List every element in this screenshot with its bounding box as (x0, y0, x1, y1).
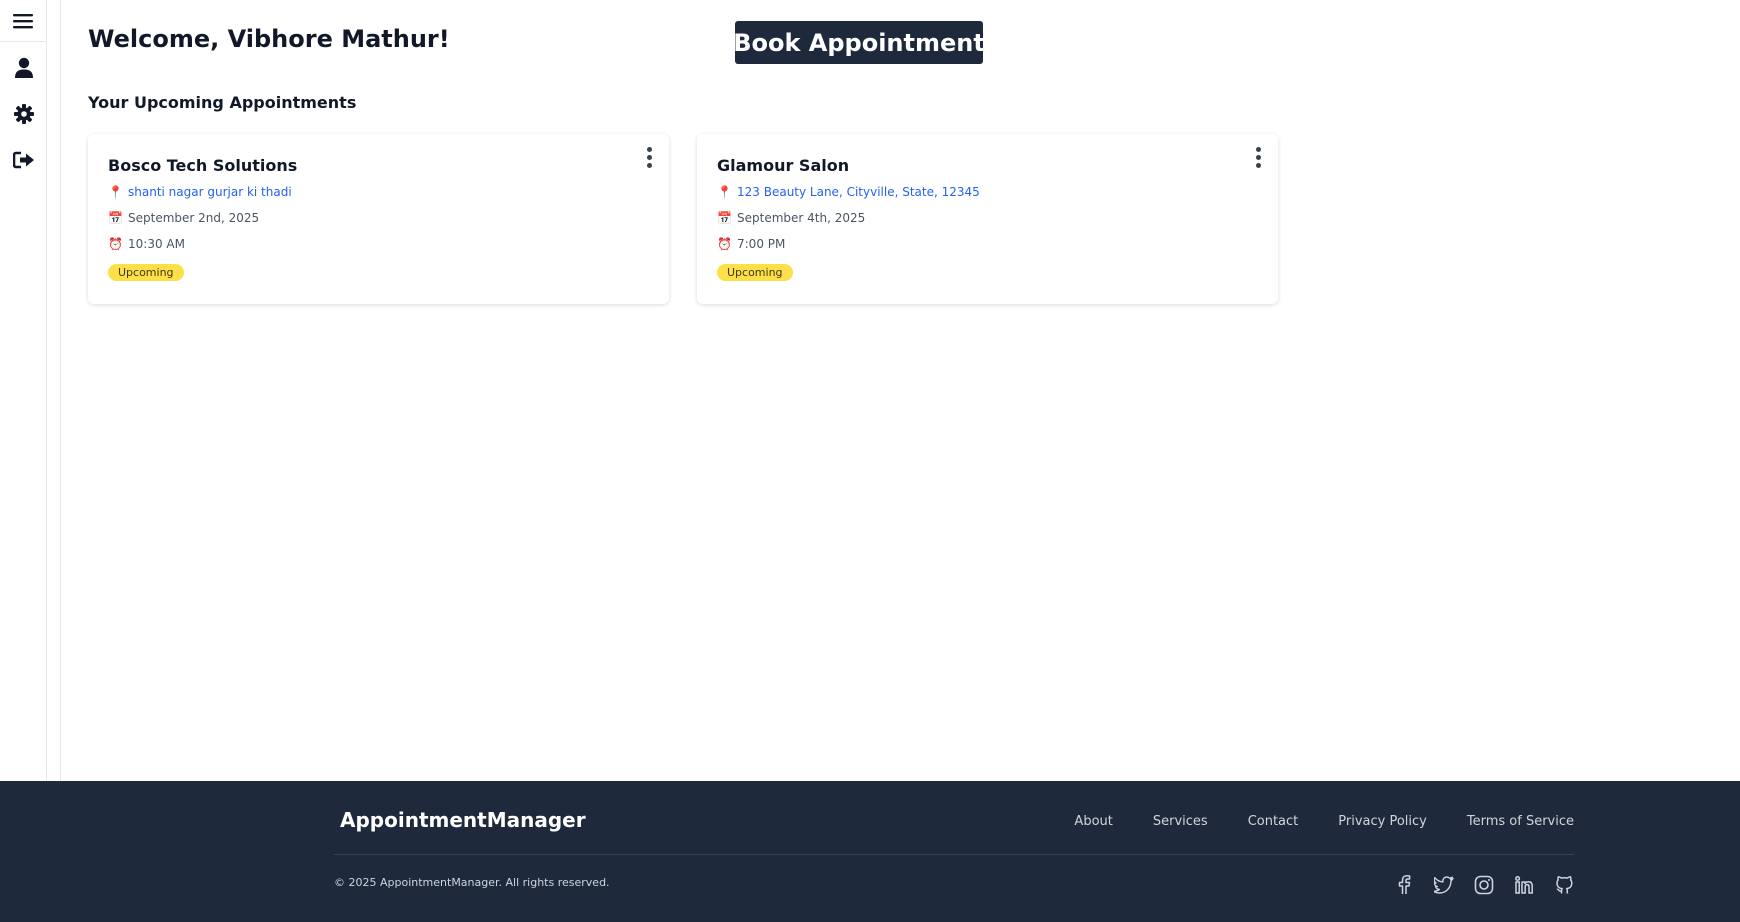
footer-link-about[interactable]: About (1074, 814, 1112, 829)
status-badge: Upcoming (717, 264, 793, 281)
sidebar-gutter (47, 0, 61, 781)
appointment-address-link[interactable]: 📍 123 Beauty Lane, Cityville, State, 123… (717, 185, 980, 199)
gear-icon[interactable] (0, 91, 47, 137)
logout-icon[interactable] (0, 137, 47, 183)
main-content: Welcome, Vibhore Mathur! Book Appointmen… (62, 0, 1740, 781)
appointment-business-name: Glamour Salon (717, 156, 850, 175)
copyright-text: © 2025 AppointmentManager. All rights re… (334, 876, 610, 889)
footer-links: About Services Contact Privacy Policy Te… (1074, 814, 1574, 829)
status-badge: Upcoming (108, 264, 184, 281)
menu-icon[interactable] (0, 0, 46, 44)
sidebar-header (0, 0, 46, 42)
alarm-clock-icon: ⏰ (717, 237, 732, 251)
calendar-icon: 📅 (717, 211, 732, 225)
more-options-icon[interactable] (1250, 146, 1266, 168)
appointment-date: September 2nd, 2025 (128, 211, 260, 225)
footer-link-contact[interactable]: Contact (1248, 814, 1299, 829)
appointment-time-row: ⏰ 7:00 PM (717, 237, 785, 251)
github-icon[interactable] (1554, 875, 1574, 895)
footer-brand[interactable]: AppointmentManager (340, 808, 586, 832)
appointment-business-name: Bosco Tech Solutions (108, 156, 298, 175)
appointment-time-row: ⏰ 10:30 AM (108, 237, 185, 251)
linkedin-icon[interactable] (1514, 875, 1534, 895)
footer-link-privacy-policy[interactable]: Privacy Policy (1338, 814, 1427, 829)
social-links (1394, 875, 1574, 895)
appointment-card: Glamour Salon 📍 123 Beauty Lane, Cityvil… (697, 134, 1278, 304)
pin-icon: 📍 (108, 185, 123, 199)
appointment-address: shanti nagar gurjar ki thadi (128, 185, 292, 199)
pin-icon: 📍 (717, 185, 732, 199)
instagram-icon[interactable] (1474, 875, 1494, 895)
appointment-date: September 4th, 2025 (737, 211, 866, 225)
facebook-icon[interactable] (1394, 875, 1414, 895)
calendar-icon: 📅 (108, 211, 123, 225)
page-title: Welcome, Vibhore Mathur! (88, 25, 450, 53)
book-appointment-button[interactable]: Book Appointment (733, 21, 985, 64)
footer: AppointmentManager About Services Contac… (0, 781, 1740, 922)
appointment-address: 123 Beauty Lane, Cityville, State, 12345 (737, 185, 980, 199)
appointment-time: 10:30 AM (128, 237, 185, 251)
appointment-date-row: 📅 September 2nd, 2025 (108, 211, 259, 225)
appointment-date-row: 📅 September 4th, 2025 (717, 211, 865, 225)
appointment-address-link[interactable]: 📍 shanti nagar gurjar ki thadi (108, 185, 292, 199)
user-icon[interactable] (0, 45, 47, 91)
footer-link-services[interactable]: Services (1153, 814, 1208, 829)
more-options-icon[interactable] (641, 146, 657, 168)
appointment-time: 7:00 PM (737, 237, 786, 251)
footer-divider (334, 854, 1574, 855)
section-title: Your Upcoming Appointments (88, 93, 357, 112)
twitter-icon[interactable] (1434, 875, 1454, 895)
alarm-clock-icon: ⏰ (108, 237, 123, 251)
appointment-card: Bosco Tech Solutions 📍 shanti nagar gurj… (88, 134, 669, 304)
sidebar (0, 0, 47, 781)
footer-link-terms-of-service[interactable]: Terms of Service (1467, 814, 1574, 829)
